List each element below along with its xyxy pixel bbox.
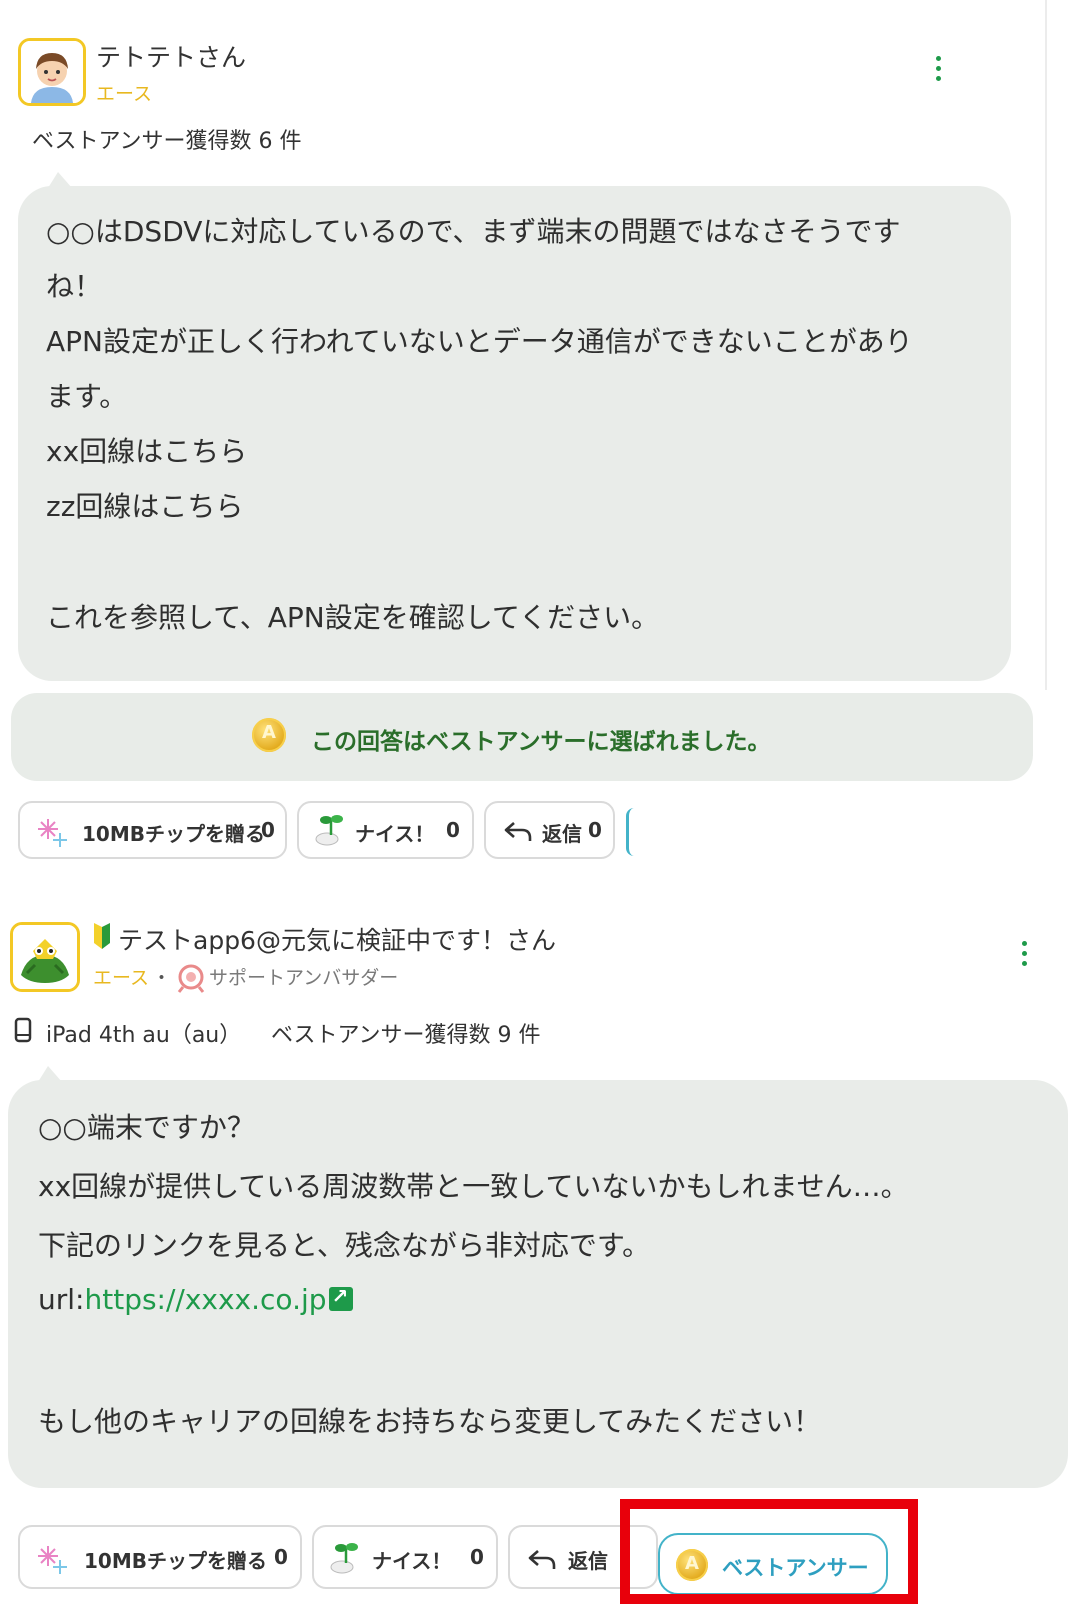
nice-button[interactable]: ナイス！ 0 [297, 801, 474, 859]
best-answer-count: ベストアンサー獲得数 6 件 [32, 129, 302, 154]
best-answer-button-partial[interactable] [626, 808, 639, 856]
firework-icon [38, 1546, 67, 1574]
best-answer-banner: この回答はベストアンサーに選ばれました。 [11, 693, 1033, 781]
separator: ・ [152, 967, 172, 989]
answer-line: これを参照して、APN設定を確認してください。 [46, 601, 660, 634]
tip-button[interactable]: 10MBチップを贈る 0 [18, 1525, 302, 1589]
answer-line: ね！ [46, 270, 103, 303]
device-icon [14, 1017, 32, 1043]
nice-button[interactable]: ナイス！ 0 [312, 1525, 498, 1589]
device-name: iPad 4th au（au） [46, 1023, 242, 1048]
nice-count: 0 [446, 818, 460, 842]
reply-button[interactable]: 返信 0 [484, 801, 615, 859]
kebab-menu-icon[interactable] [933, 56, 943, 86]
nice-label: ナイス！ [355, 822, 435, 846]
gold-coin-icon [252, 718, 286, 752]
rank-badge: エース [93, 967, 150, 989]
answer-line: xx回線はこちら [46, 435, 248, 468]
external-link-icon[interactable] [328, 1284, 353, 1311]
best-answer-count: ベストアンサー獲得数 9 件 [271, 1023, 541, 1048]
answer-line: 下記のリンクを見ると、残念ながら非対応です。 [38, 1229, 651, 1262]
firework-icon [38, 819, 67, 847]
answer-line: APN設定が正しく行われていないとデータ通信ができないことがあり [46, 325, 913, 358]
kebab-menu-icon[interactable] [1019, 941, 1029, 971]
tip-label: 10MBチップを贈る [82, 822, 265, 846]
best-answer-banner-text: この回答はベストアンサーに選ばれました。 [311, 729, 771, 755]
answer-line: もし他のキャリアの回線をお持ちなら変更してみたください！ [38, 1405, 822, 1438]
rank-badge: エース [96, 83, 153, 105]
url-line: url:https://xxxx.co.jp [38, 1283, 353, 1316]
external-link[interactable]: https://xxxx.co.jp [84, 1283, 326, 1316]
reply-label: 返信 [568, 1549, 608, 1573]
answer-line: xx回線が提供している周波数帯と一致していないかもしれません…。 [38, 1170, 909, 1203]
ambassador-label: サポートアンバサダー [209, 967, 399, 989]
user-avatar[interactable] [18, 38, 86, 106]
answer-line: ます。 [46, 380, 128, 413]
reply-count: 0 [588, 818, 602, 842]
nice-count: 0 [470, 1545, 484, 1569]
avatar-frog-icon [13, 925, 77, 989]
url-prefix: url: [38, 1283, 85, 1316]
highlight-box [620, 1499, 918, 1604]
username[interactable]: テトテトさん [96, 38, 246, 74]
reply-icon [528, 1550, 556, 1569]
tip-count: 0 [261, 818, 275, 842]
ambassador-icon [177, 964, 205, 993]
thread-divider [1045, 0, 1047, 690]
tip-label: 10MBチップを贈る [84, 1549, 267, 1573]
avatar-boy-icon [21, 41, 83, 103]
username[interactable]: テストapp6@元気に検証中です！さん [118, 921, 556, 957]
answer-line: ○○はDSDVに対応しているので、まず端末の問題ではなさそうです [46, 215, 901, 248]
nice-sprout-icon [315, 815, 343, 846]
beginner-mark-icon [94, 923, 110, 949]
answer-line: ○○端末ですか？ [38, 1111, 255, 1144]
nice-sprout-icon [330, 1543, 358, 1574]
reply-label: 返信 [542, 822, 582, 846]
reply-icon [504, 822, 532, 841]
tip-button[interactable]: 10MBチップを贈る 0 [18, 801, 287, 859]
nice-label: ナイス！ [372, 1549, 452, 1573]
answer-line: zz回線はこちら [46, 490, 244, 523]
tip-count: 0 [274, 1545, 288, 1569]
user-avatar[interactable] [10, 922, 80, 992]
